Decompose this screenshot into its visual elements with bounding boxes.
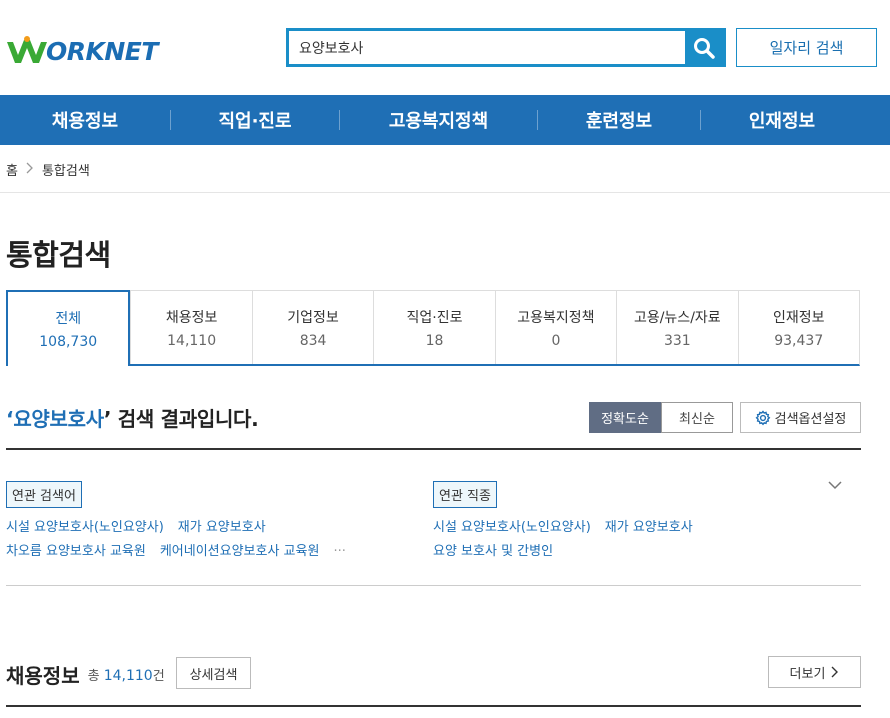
search-options-label: 검색옵션설정 (774, 412, 847, 427)
tab-welfare[interactable]: 고용복지정책 0 (494, 291, 616, 364)
divider (0, 192, 890, 193)
main-nav: 채용정보 직업·진로 고용복지정책 훈련정보 인재정보 (0, 95, 890, 145)
tab-jobs[interactable]: 채용정보 14,110 (130, 291, 251, 364)
tab-all[interactable]: 전체 108,730 (6, 290, 131, 366)
tab-talent[interactable]: 인재정보 93,437 (737, 291, 859, 364)
tab-label: 인재정보 (772, 309, 825, 326)
sort-toggle: 정확도순 최신순 (589, 402, 733, 433)
tab-label: 고용/뉴스/자료 (633, 309, 721, 326)
section-total-count: 14,110 (103, 668, 153, 684)
page-title: 통합검색 (6, 238, 111, 272)
gear-icon (755, 409, 770, 425)
nav-item-training[interactable]: 훈련정보 (538, 107, 700, 133)
related-term-link[interactable]: 재가 요양보호사 (178, 520, 266, 535)
more-button[interactable]: 더보기 (768, 656, 861, 688)
result-heading: ‘요양보호사’ 검색 결과입니다. (6, 403, 259, 432)
related-job-link[interactable]: 재가 요양보호사 (605, 520, 693, 535)
search-icon (694, 37, 715, 59)
nav-item-talent[interactable]: 인재정보 (701, 107, 863, 133)
logo-text: ORKNET (46, 36, 158, 66)
tab-label: 직업·진로 (406, 309, 463, 326)
tab-count: 14,110 (167, 332, 217, 349)
nav-item-career[interactable]: 직업·진로 (171, 107, 339, 133)
nav-item-welfare[interactable]: 고용복지정책 (340, 107, 537, 133)
related-jobs: 연관 직종 시설 요양보호사(노인요양사) 재가 요양보호사 요양 보호사 및 간… (433, 481, 813, 564)
divider (6, 585, 861, 586)
breadcrumb-current: 통합검색 (41, 164, 90, 179)
related-term-link[interactable]: 차오름 요양보호사 교육원 (6, 544, 146, 559)
tab-count: 331 (663, 332, 691, 349)
related-terms: 연관 검색어 시설 요양보호사(노인요양사) 재가 요양보호사 차오름 요양보호사… (6, 481, 416, 564)
expand-related-button[interactable] (826, 476, 844, 498)
search-button[interactable] (685, 31, 723, 64)
search-input[interactable] (289, 31, 685, 64)
section-heading: 채용정보 총 14,110건 (6, 660, 165, 689)
tab-label: 고용복지정책 (517, 309, 595, 326)
chevron-down-icon (828, 481, 842, 490)
detail-search-button[interactable]: 상세검색 (176, 657, 251, 689)
worknet-logo[interactable]: ORKNET (6, 36, 158, 66)
tab-count: 108,730 (39, 334, 98, 350)
related-job-link[interactable]: 요양 보호사 및 간병인 (433, 544, 553, 559)
result-keyword: 요양보호사 (13, 407, 104, 431)
breadcrumb: 홈 통합검색 (6, 160, 90, 179)
more-label: 더보기 (789, 666, 826, 682)
result-suffix: 검색 결과입니다. (111, 407, 259, 431)
section-total: 총 14,110건 (88, 665, 165, 684)
chevron-right-icon (831, 666, 839, 678)
job-search-button[interactable]: 일자리 검색 (736, 28, 877, 67)
tab-label: 전체 (55, 311, 82, 327)
section-title: 채용정보 (6, 664, 80, 688)
related-terms-label: 연관 검색어 (6, 481, 82, 508)
chevron-right-icon (26, 162, 34, 177)
category-tabs: 전체 108,730 채용정보 14,110 기업정보 834 직업·진로 18… (6, 290, 860, 366)
related-term-link[interactable]: 시설 요양보호사(노인요양사) (6, 520, 164, 535)
divider (6, 448, 861, 450)
tab-label: 채용정보 (165, 309, 218, 326)
divider (6, 705, 861, 707)
logo-w-icon (6, 36, 48, 66)
search-options-button[interactable]: 검색옵션설정 (740, 402, 861, 433)
tab-news[interactable]: 고용/뉴스/자료 331 (616, 291, 737, 364)
breadcrumb-home[interactable]: 홈 (6, 160, 18, 179)
tab-count: 834 (299, 332, 327, 349)
tab-companies[interactable]: 기업정보 834 (251, 291, 373, 364)
nav-item-jobs[interactable]: 채용정보 (0, 107, 170, 133)
related-term-link[interactable]: 케어네이션요양보호사 교육원 (160, 544, 320, 559)
sort-accuracy-button[interactable]: 정확도순 (589, 402, 661, 433)
tab-count: 93,437 (774, 332, 824, 349)
related-jobs-list: 시설 요양보호사(노인요양사) 재가 요양보호사 요양 보호사 및 간병인 (433, 516, 813, 564)
related-job-link[interactable]: 시설 요양보호사(노인요양사) (433, 520, 591, 535)
related-terms-list: 시설 요양보호사(노인요양사) 재가 요양보호사 차오름 요양보호사 교육원 케어네… (6, 516, 416, 564)
header: ORKNET 일자리 검색 (0, 0, 890, 95)
related-terms-more[interactable]: ··· (333, 544, 345, 559)
section-total-prefix: 총 (87, 669, 104, 684)
tab-count: 0 (551, 332, 561, 349)
search-box (286, 28, 726, 67)
section-total-suffix: 건 (152, 669, 165, 684)
sort-latest-button[interactable]: 최신순 (661, 402, 733, 433)
related-jobs-label: 연관 직종 (433, 481, 497, 508)
tab-label: 기업정보 (287, 309, 339, 326)
tab-career[interactable]: 직업·진로 18 (373, 291, 494, 364)
tab-count: 18 (425, 332, 444, 349)
